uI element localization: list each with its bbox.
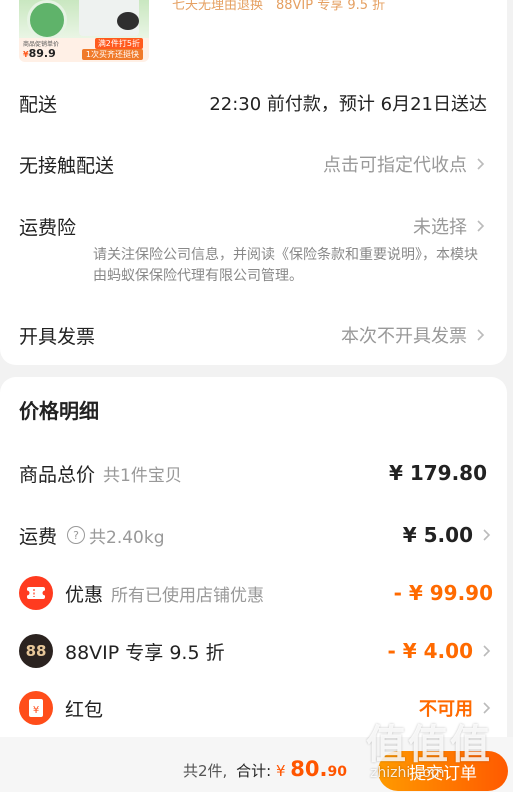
discount-row[interactable]: 优惠 所有已使用店铺优惠 - ¥ 99.90 (19, 573, 493, 613)
shipping-insurance-label: 运费险 (19, 216, 77, 239)
contactless-value: 点击可指定代收点 (323, 151, 487, 177)
contactless-row[interactable]: 无接触配送 点击可指定代收点 (19, 144, 487, 184)
freight-weight: 共2.40kg (89, 527, 165, 548)
delivery-value: 22:30 前付款，预计 6月21日送达 (209, 94, 487, 115)
chevron-right-icon (473, 219, 487, 233)
delivery-row: 配送 22:30 前付款，预计 6月21日送达 (19, 83, 487, 123)
product-image-ball (27, 0, 67, 40)
watermark-logo: 值值值 (366, 722, 492, 768)
shipping-insurance-value: 未选择 (413, 213, 487, 239)
promo-note: 1次买齐还挺快 (81, 49, 143, 60)
vip-label: 88VIP 专享 9.5 折 (65, 641, 225, 664)
product-thumbnail[interactable]: 商品促销单价 满2件打5折 ¥89.9 1次买齐还挺快 (19, 0, 149, 62)
price-detail-card (0, 377, 507, 737)
red-packet-label: 红包 (65, 698, 104, 721)
delivery-label: 配送 (19, 93, 58, 116)
discount-label: 优惠 (65, 583, 104, 606)
promo-tag: 满2件打5折 (94, 38, 143, 49)
goods-total-row: 商品总价 共1件宝贝 ¥ 179.80 (19, 453, 493, 493)
chevron-right-icon (473, 157, 487, 171)
chevron-right-icon (473, 328, 487, 342)
chevron-right-icon (479, 528, 493, 542)
goods-total-value-wrap: ¥ 179.80 (389, 461, 487, 485)
freight-row[interactable]: 运费 ? 共2.40kg ¥ 5.00 (19, 515, 493, 555)
tmall-cat-icon (117, 12, 139, 30)
product-promo-strip: 商品促销单价 满2件打5折 ¥89.9 1次买齐还挺快 (19, 38, 149, 62)
contactless-label: 无接触配送 (19, 154, 115, 177)
shipping-insurance-row[interactable]: 运费险 未选择 (19, 206, 487, 246)
price-detail-title: 价格明细 (19, 399, 99, 423)
goods-total-label: 商品总价 (19, 463, 96, 486)
freight-label: 运费 (19, 525, 58, 548)
watermark-url: zhizhi.com (370, 765, 445, 781)
chevron-right-icon (479, 644, 493, 658)
promo-price: ¥89.9 (23, 47, 56, 60)
freight-value-wrap: ¥ 5.00 (403, 523, 493, 547)
insurance-note: 请关注保险公司信息，并阅读《保险条款和重要说明》，本模块由蚂蚁保保险代理有限公司… (93, 247, 478, 284)
vip-value: - ¥ 4.00 (387, 639, 474, 663)
invoice-row[interactable]: 开具发票 本次不开具发票 (19, 315, 487, 355)
invoice-value: 本次不开具发票 (341, 322, 487, 348)
ticket-icon (19, 576, 53, 610)
vip-value-wrap: - ¥ 4.00 (388, 639, 494, 663)
freight-value: ¥ 5.00 (402, 523, 473, 547)
goods-total-value: ¥ 179.80 (388, 461, 487, 485)
total-amount: ¥ 80.90 (275, 757, 347, 781)
service-note: 七天无理由退换 88VIP 专享 9.5 折 (172, 0, 386, 13)
order-options-card: 商品促销单价 满2件打5折 ¥89.9 1次买齐还挺快 七天无理由退换 88VI… (0, 0, 507, 365)
discount-sub: 所有已使用店铺优惠 (111, 585, 265, 606)
vip-row[interactable]: 88 88VIP 专享 9.5 折 - ¥ 4.00 (19, 631, 493, 671)
total-label: 合计: (236, 762, 272, 780)
discount-value-wrap: - ¥ 99.90 (394, 581, 493, 605)
help-icon[interactable]: ? (67, 526, 86, 544)
invoice-label: 开具发票 (19, 325, 96, 348)
discount-value: - ¥ 99.90 (393, 581, 493, 605)
item-count: 共2件, (183, 762, 228, 780)
goods-total-sub: 共1件宝贝 (103, 465, 182, 486)
red-packet-icon: ¥ (19, 691, 53, 725)
order-summary: 共2件, 合计: ¥ 80.90 (183, 757, 347, 781)
vip-88-icon: 88 (19, 634, 53, 668)
svg-text:¥: ¥ (33, 705, 39, 716)
